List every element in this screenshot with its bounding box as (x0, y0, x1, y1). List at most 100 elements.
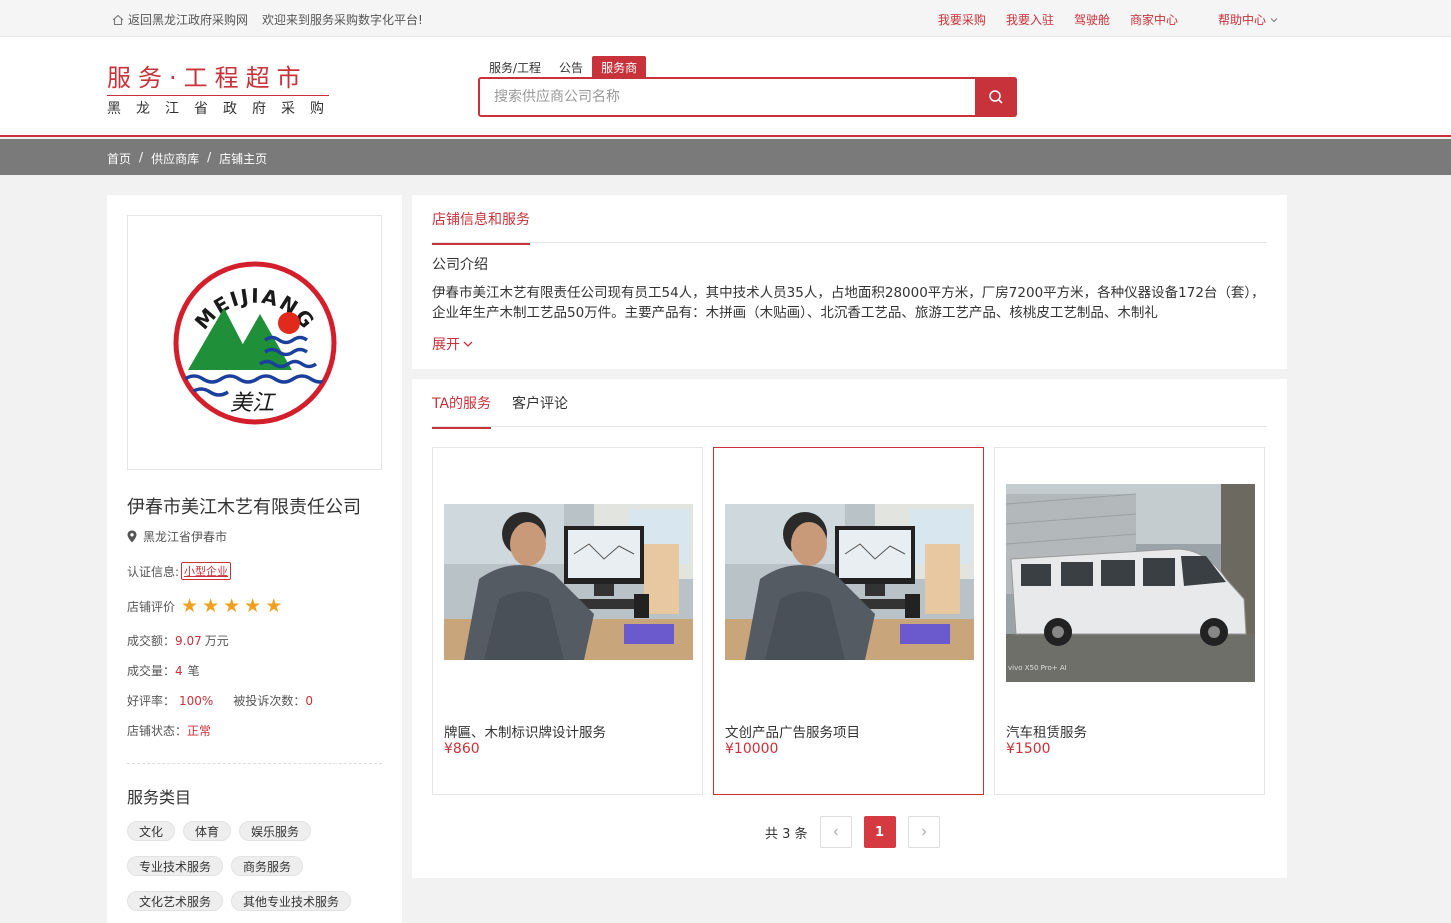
back-link[interactable]: 返回黑龙江政府采购网 (112, 11, 248, 28)
category-tag[interactable]: 文化 (127, 821, 176, 841)
breadcrumb-supplier-library[interactable]: 供应商库 (151, 150, 199, 167)
service-price: ¥1500 (1006, 741, 1051, 757)
tab-services[interactable]: TA的服务 (432, 393, 492, 429)
rating-label: 店铺评价 (127, 600, 176, 614)
welcome-text: 欢迎来到服务采购数字化平台! (262, 13, 423, 27)
breadcrumb-bar: 首页 / 供应商库 / 店铺主页 (0, 139, 1451, 175)
amount-unit: 万元 (204, 634, 229, 648)
svg-text:vivo X50 Pro+ AI: vivo X50 Pro+ AI (1008, 664, 1067, 672)
van-photo: vivo X50 Pro+ AI (1006, 484, 1255, 682)
help-label: 帮助中心 (1217, 13, 1266, 27)
count-unit: 笔 (187, 664, 200, 678)
location-text: 黑龙江省伊春市 (143, 530, 228, 544)
cert-badge[interactable]: 小型企业 (181, 562, 232, 580)
service-card[interactable]: 文创产品广告服务项目 ¥10000 (713, 447, 984, 795)
search-tab-notices[interactable]: 公告 (550, 56, 592, 79)
complaint-value: 0 (305, 693, 313, 708)
site-logo[interactable]: 服务·工程超市 黑龙江省政府采购 (107, 63, 329, 120)
chevron-down-icon (463, 341, 473, 347)
sidebar-divider (127, 763, 382, 764)
tab-shop-info[interactable]: 店铺信息和服务 (432, 209, 530, 245)
category-tag[interactable]: 其他专业技术服务 (231, 891, 352, 911)
star-icon: ★ (181, 595, 199, 617)
category-title: 服务类目 (127, 788, 192, 807)
rating-stars: ★ ★ ★ ★ ★ (181, 597, 286, 616)
count-label: 成交量： (127, 664, 176, 678)
amount-label: 成交额： (127, 634, 176, 648)
logo-title: 服务·工程超市 (107, 63, 329, 96)
chevron-down-icon (1270, 17, 1278, 22)
count-value: 4 (175, 663, 183, 678)
search-icon (989, 90, 1003, 104)
service-price: ¥10000 (725, 741, 779, 757)
shop-info-panel: 店铺信息和服务 公司介绍 伊春市美江木艺有限责任公司现有员工54人，其中技术人员… (412, 195, 1287, 369)
prev-page-button[interactable] (819, 816, 852, 848)
svg-text:美江: 美江 (229, 391, 275, 416)
category-tag[interactable]: 体育 (183, 821, 232, 841)
service-card[interactable]: 牌匾、木制标识牌设计服务 ¥860 (432, 447, 703, 795)
page-button-current[interactable]: 1 (863, 816, 896, 848)
top-nav: 我要采购 我要入驻 驾驶舱 商家中心 帮助中心 (918, 11, 1279, 28)
rating-row: 店铺评价 ★ ★ ★ ★ ★ (127, 597, 286, 616)
header: 服务·工程超市 黑龙江省政府采购 服务/工程 公告 服务商 (0, 37, 1451, 137)
complaint-label: 被投诉次数： (233, 694, 306, 708)
category-tag[interactable]: 娱乐服务 (239, 821, 312, 841)
services-panel: TA的服务 客户评论 牌匾、木制标识牌设计服务 ¥860 文创产品广告服务项目 … (412, 379, 1287, 878)
chevron-left-icon (833, 828, 838, 836)
worker-photo (444, 504, 693, 660)
service-image: vivo X50 Pro+ AI (1006, 484, 1255, 682)
meijiang-logo-image: MEIJIANG 美江 (173, 261, 336, 424)
status-value: 正常 (187, 724, 212, 738)
amount-row: 成交额： 9.07 万元 (127, 632, 229, 649)
company-name: 伊春市美江木艺有限责任公司 (127, 497, 361, 518)
star-icon: ★ (244, 595, 262, 617)
good-rate-row: 好评率： 100% 被投诉次数： 0 (127, 692, 313, 709)
category-tag[interactable]: 商务服务 (231, 856, 304, 876)
nav-join[interactable]: 我要入驻 (1006, 11, 1054, 28)
star-icon: ★ (223, 595, 241, 617)
nav-help-center[interactable]: 帮助中心 (1198, 11, 1279, 28)
search-input[interactable] (494, 87, 964, 107)
logo-subtitle: 黑龙江省政府采购 (107, 101, 339, 117)
worker-photo (725, 504, 974, 660)
cert-row: 认证信息: 小型企业 (127, 562, 232, 580)
nav-cockpit[interactable]: 驾驶舱 (1074, 11, 1110, 28)
search-tab-services[interactable]: 服务/工程 (480, 56, 550, 79)
category-tag[interactable]: 专业技术服务 (127, 856, 224, 876)
breadcrumb-separator: / (207, 150, 212, 164)
next-page-button[interactable] (907, 816, 940, 848)
cert-label: 认证信息: (127, 564, 180, 579)
back-link-label: 返回黑龙江政府采购网 (128, 13, 249, 27)
service-price: ¥860 (444, 741, 480, 757)
service-card[interactable]: vivo X50 Pro+ AI 汽车租赁服务 ¥1500 (994, 447, 1265, 795)
service-title[interactable]: 文创产品广告服务项目 (725, 721, 860, 741)
count-row: 成交量： 4 笔 (127, 662, 200, 679)
service-title[interactable]: 汽车租赁服务 (1006, 721, 1087, 741)
chevron-right-icon (921, 828, 926, 836)
category-tag[interactable]: 文化艺术服务 (127, 891, 224, 911)
breadcrumb-home[interactable]: 首页 (107, 150, 131, 167)
search-tab-providers[interactable]: 服务商 (592, 56, 647, 79)
shop-sidebar: MEIJIANG 美江 伊春市美江木艺有限责任公司 黑龙江省伊春市 认证信息: … (107, 195, 402, 923)
service-image (444, 504, 693, 660)
nav-merchant-center[interactable]: 商家中心 (1130, 11, 1178, 28)
top-bar: 返回黑龙江政府采购网 欢迎来到服务采购数字化平台! 我要采购 我要入驻 驾驶舱 … (0, 0, 1451, 37)
amount-value: 9.07 (175, 633, 202, 648)
info-tabbar: 店铺信息和服务 (432, 195, 1267, 245)
services-tabbar: TA的服务 客户评论 (432, 379, 1267, 429)
company-location: 黑龙江省伊春市 (127, 528, 227, 545)
search-button[interactable] (975, 77, 1017, 117)
top-bar-left: 返回黑龙江政府采购网 欢迎来到服务采购数字化平台! (112, 11, 423, 28)
home-icon (112, 14, 124, 25)
nav-purchase[interactable]: 我要采购 (938, 11, 986, 28)
breadcrumb: 首页 / 供应商库 / 店铺主页 (107, 150, 267, 167)
service-title[interactable]: 牌匾、木制标识牌设计服务 (444, 721, 606, 741)
status-row: 店铺状态： 正常 (127, 722, 211, 739)
good-rate-label: 好评率： (127, 694, 176, 708)
status-label: 店铺状态： (127, 724, 188, 738)
expand-button[interactable]: 展开 (432, 334, 474, 354)
tab-reviews[interactable]: 客户评论 (512, 393, 568, 427)
search-type-tabs: 服务/工程 公告 服务商 (480, 56, 647, 79)
pagination-total: 共 3 条 (765, 826, 808, 842)
breadcrumb-separator: / (139, 150, 144, 164)
